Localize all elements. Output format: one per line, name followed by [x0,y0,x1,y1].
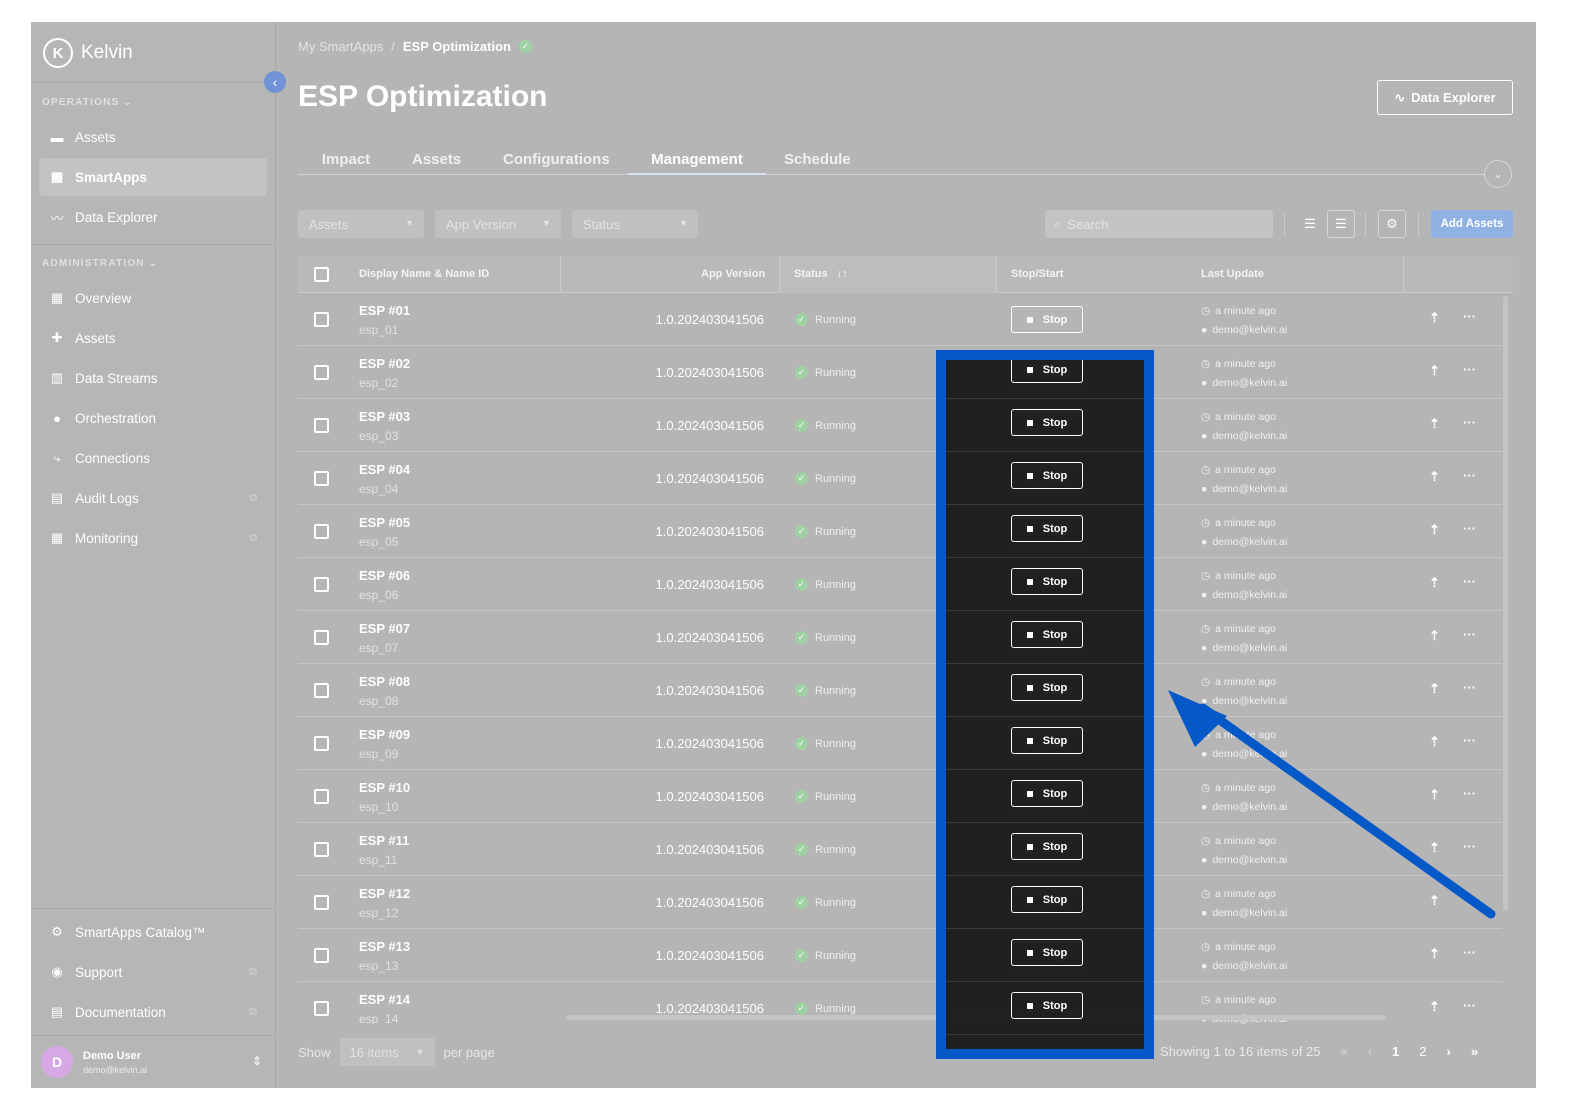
annotation-arrow [1168,690,1496,919]
arrow-shaft [1198,703,1496,919]
app-window: K Kelvin OPERATIONS ⌄ ▬ Assets ▦ SmartAp… [31,22,1536,1088]
arrow-head [1168,690,1227,747]
